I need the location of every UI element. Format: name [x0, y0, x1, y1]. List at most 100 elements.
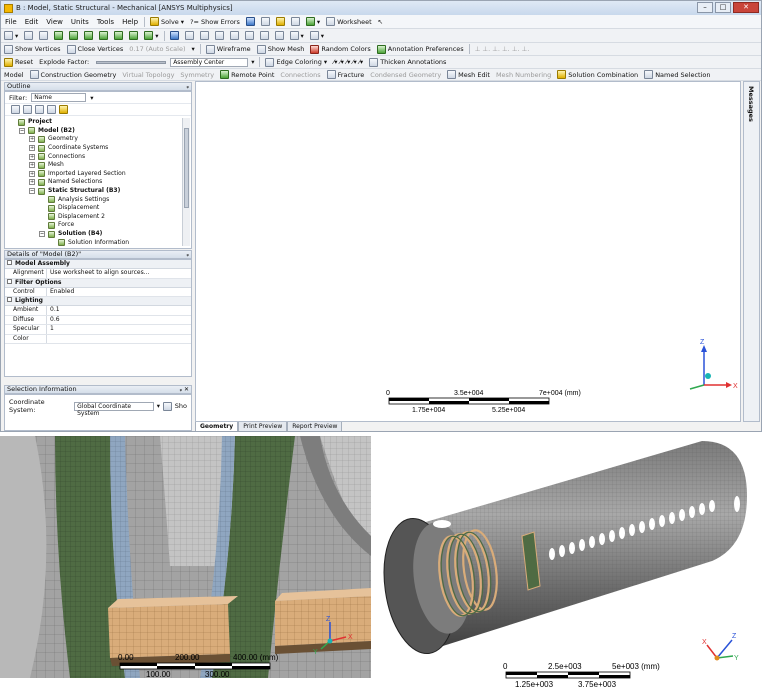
- tree-node[interactable]: − Solution (B4): [5, 230, 183, 239]
- menu-view[interactable]: View: [42, 18, 67, 26]
- construction-geometry-button[interactable]: Construction Geometry: [27, 69, 120, 80]
- explode-factor-slider[interactable]: [96, 60, 167, 64]
- expand-all-icon[interactable]: [11, 105, 20, 114]
- graphics-canvas[interactable]: 0 3.5e+004 7e+004 (mm) 1.75e+004 5.25e+0…: [196, 82, 742, 423]
- group-collapse-icon[interactable]: [7, 297, 12, 302]
- zoom-to-fit-button[interactable]: [227, 30, 242, 41]
- details-row[interactable]: Ambient 0.1: [5, 306, 191, 316]
- next-view-button[interactable]: [272, 30, 287, 41]
- close-button[interactable]: ✕: [733, 2, 759, 13]
- fracture-button[interactable]: Fracture: [324, 69, 368, 80]
- pin-icon[interactable]: ᵩ: [187, 251, 190, 258]
- symmetry-button[interactable]: Symmetry: [177, 69, 217, 80]
- isometric-button[interactable]: ▾: [287, 30, 307, 41]
- random-colors-button[interactable]: Random Colors: [307, 44, 373, 55]
- menu-tools[interactable]: Tools: [93, 18, 118, 26]
- tree-node[interactable]: + Imported Layered Section: [5, 170, 183, 179]
- mesh-edit-button[interactable]: Mesh Edit: [444, 69, 493, 80]
- tree-toggle-icon[interactable]: +: [29, 145, 35, 152]
- collapse-all-icon[interactable]: [23, 105, 32, 114]
- details-row[interactable]: Alignment Use worksheet to align sources.…: [5, 269, 191, 279]
- tree-node[interactable]: + Connections: [5, 152, 183, 161]
- tree-node[interactable]: + Mesh: [5, 161, 183, 170]
- edge-style-buttons[interactable]: ⁄▾ ⁄▾ ⁄▾ ⁄▾ ⁄▾: [330, 57, 366, 68]
- maximize-button[interactable]: □: [715, 2, 731, 13]
- magnifier-button[interactable]: [242, 30, 257, 41]
- tree-toggle-icon[interactable]: −: [29, 188, 35, 195]
- condensed-geometry-button[interactable]: Condensed Geometry: [367, 69, 444, 80]
- details-row[interactable]: Specular 1: [5, 325, 191, 335]
- minimize-button[interactable]: –: [697, 2, 713, 13]
- details-value[interactable]: 1: [47, 325, 191, 334]
- layout-button[interactable]: ▾: [307, 30, 327, 41]
- expand-icon[interactable]: [47, 105, 56, 114]
- details-row[interactable]: Diffuse 0.6: [5, 315, 191, 325]
- details-row[interactable]: Color: [5, 334, 191, 344]
- select-body-button[interactable]: [66, 30, 81, 41]
- messages-tab[interactable]: Messages: [743, 81, 760, 422]
- new-image-button[interactable]: ▾: [303, 16, 323, 27]
- solve-button[interactable]: Solve ▾: [147, 16, 187, 27]
- tree-toggle-icon[interactable]: +: [29, 136, 35, 143]
- cursor-mode-button[interactable]: ↖: [375, 16, 386, 27]
- details-value[interactable]: 0.6: [47, 316, 191, 325]
- menu-file[interactable]: File: [1, 18, 21, 26]
- extend-selection-button[interactable]: ▾: [141, 30, 161, 41]
- remote-point-button[interactable]: Remote Point: [217, 69, 277, 80]
- tree-toggle-icon[interactable]: +: [29, 162, 35, 169]
- axis-triad[interactable]: Z X: [689, 339, 738, 390]
- close-pane-icon[interactable]: ᵩ ✕: [180, 386, 189, 393]
- solution-combination-button[interactable]: Solution Combination: [554, 69, 641, 80]
- scale-dropdown[interactable]: ▾: [189, 44, 198, 55]
- select-face-elements-button[interactable]: [111, 30, 126, 41]
- show-vertices-button[interactable]: Show Vertices: [1, 44, 64, 55]
- details-group-header[interactable]: Model Assembly: [5, 260, 191, 269]
- filter-select[interactable]: Name: [31, 93, 87, 102]
- tree-node[interactable]: + Named Selections: [5, 178, 183, 187]
- close-vertices-button[interactable]: Close Vertices: [64, 44, 127, 55]
- select-node-button[interactable]: [81, 30, 96, 41]
- connections-button[interactable]: Connections: [277, 69, 323, 80]
- select-vertex-button[interactable]: [21, 30, 36, 41]
- tree-node[interactable]: Analysis Settings: [5, 195, 183, 204]
- tree-toggle-icon[interactable]: +: [29, 153, 35, 160]
- details-value[interactable]: Enabled: [47, 288, 191, 297]
- tree-node[interactable]: Force: [5, 221, 183, 230]
- tree-node[interactable]: Project: [5, 118, 183, 127]
- pan-button[interactable]: [182, 30, 197, 41]
- show-mesh-button[interactable]: Show Mesh: [254, 44, 308, 55]
- select-face-button[interactable]: [51, 30, 66, 41]
- edge-coloring-button[interactable]: Edge Coloring ▾: [262, 57, 330, 68]
- new-figure-button[interactable]: [288, 16, 303, 27]
- thicken-annotations-button[interactable]: Thicken Annotations: [366, 57, 449, 68]
- select-element-button[interactable]: [96, 30, 111, 41]
- tab-geometry[interactable]: Geometry: [195, 422, 239, 431]
- group-collapse-icon[interactable]: [7, 260, 12, 265]
- coordinate-dropdown-icon[interactable]: ▾: [157, 402, 160, 410]
- virtual-topology-button[interactable]: Virtual Topology: [119, 69, 177, 80]
- show-errors-button[interactable]: ?= Show Errors: [187, 16, 243, 27]
- menu-units[interactable]: Units: [67, 18, 93, 26]
- tab-report-preview[interactable]: Report Preview: [287, 422, 343, 431]
- zoom-button[interactable]: [197, 30, 212, 41]
- new-chart-button[interactable]: [258, 16, 273, 27]
- previous-view-button[interactable]: [257, 30, 272, 41]
- assembly-center-select[interactable]: Assembly Center: [170, 57, 249, 67]
- reset-button[interactable]: Reset: [1, 57, 36, 68]
- collapse-environments-icon[interactable]: [35, 105, 44, 114]
- search-tree-icon[interactable]: [59, 105, 68, 114]
- box-zoom-button[interactable]: [212, 30, 227, 41]
- tree-node[interactable]: + Coordinate Systems: [5, 144, 183, 153]
- assembly-center-dropdown[interactable]: ▾: [248, 57, 257, 68]
- selection-options-icon[interactable]: [163, 401, 172, 411]
- new-comment-button[interactable]: [273, 16, 288, 27]
- scrollbar-thumb[interactable]: [184, 128, 189, 208]
- details-value[interactable]: Use worksheet to align sources...: [47, 269, 191, 278]
- coordinate-system-select[interactable]: Global Coordinate System: [74, 401, 154, 417]
- details-group-header[interactable]: Lighting: [5, 297, 191, 306]
- menu-edit[interactable]: Edit: [21, 18, 43, 26]
- menu-help[interactable]: Help: [118, 18, 142, 26]
- tab-print-preview[interactable]: Print Preview: [238, 422, 288, 431]
- tree-toggle-icon[interactable]: +: [29, 170, 35, 177]
- rotate-button[interactable]: [167, 30, 182, 41]
